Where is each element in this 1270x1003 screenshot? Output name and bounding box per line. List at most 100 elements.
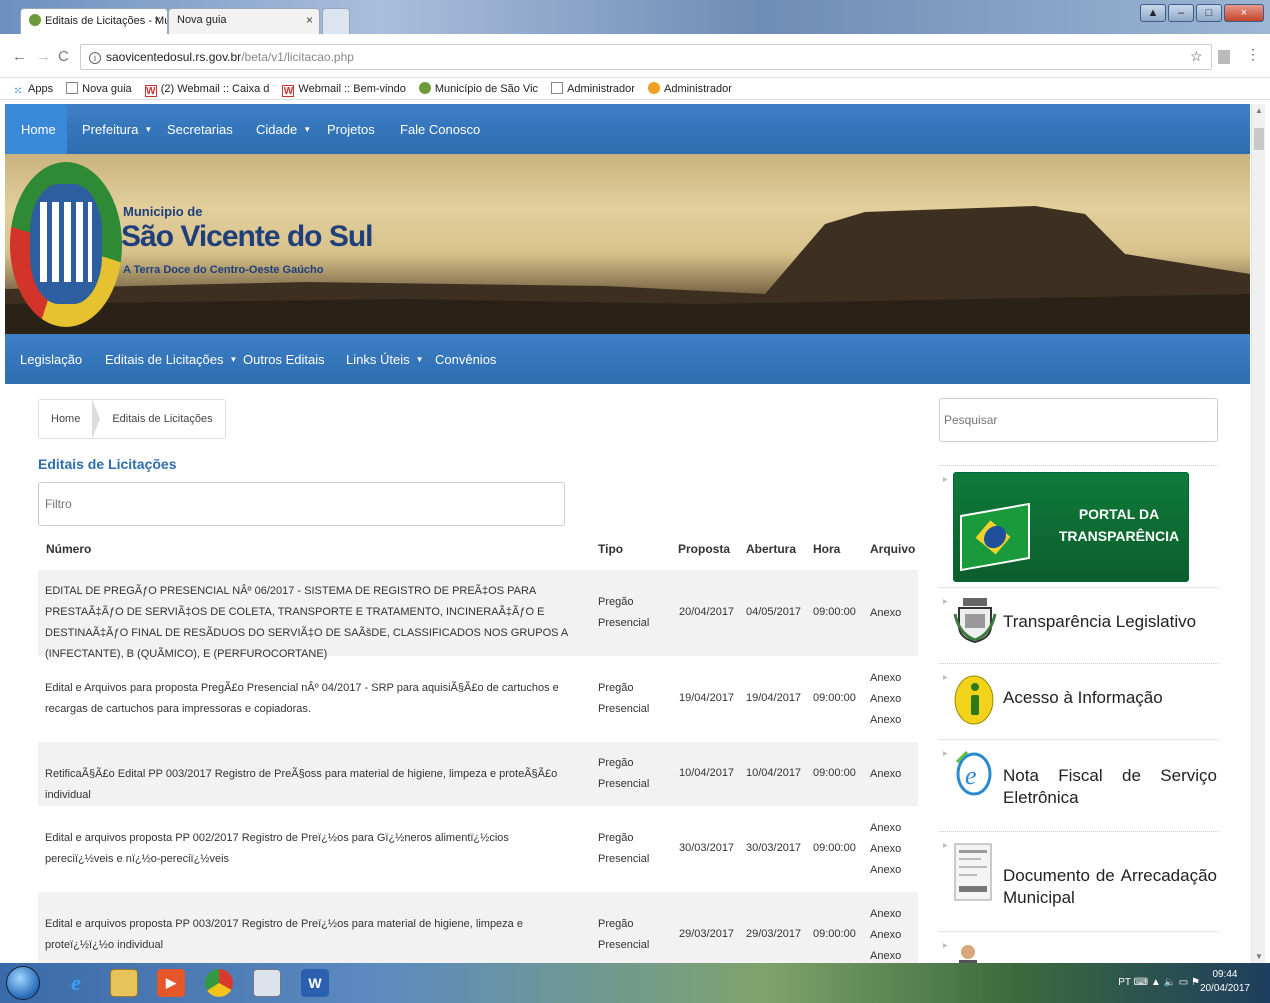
anexo-link[interactable]: Anexo [870,860,901,881]
row-abertura: 30/03/2017 [746,842,802,854]
filter-input[interactable] [38,482,565,526]
language-indicator[interactable]: PT [1118,977,1131,988]
forward-arrow-icon[interactable]: → [36,48,51,65]
anexo-link[interactable]: Anexo [870,668,901,689]
system-tray: PT ⌨ ▲ 🔈 ▭ ⚑ [1118,977,1200,988]
word-icon[interactable]: W [301,969,329,997]
nav-outros-editais[interactable]: Outros Editais [243,352,325,367]
network-icon[interactable]: ▭ [1179,977,1191,988]
page-viewport: Home Prefeitura ▼ Secretarias Cidade ▼ Pro… [5,104,1250,963]
row-arquivo: Anexo Anexo Anexo [870,818,901,881]
sidebar-item-acesso-informacao[interactable]: ▶ Acesso à Informação [939,663,1218,739]
breadcrumb-home[interactable]: Home [39,413,92,425]
bookmark-star-icon[interactable]: ☆ [1190,48,1203,65]
minimize-button[interactable]: – [1168,4,1194,22]
breadcrumb-current: Editais de Licitações [112,413,213,425]
nav-label: Editais de Licitações [105,352,224,367]
sidebar-item-partial[interactable]: ▶ [939,931,1218,963]
bookmark-label: Administrador [567,83,635,95]
scrollbar-thumb[interactable] [1254,128,1264,150]
nav-editais[interactable]: Editais de Licitações ▼ [105,352,237,367]
bookmark-administrador[interactable]: Administrador [551,82,635,95]
reload-icon[interactable]: C [58,48,69,65]
anexo-link[interactable]: Anexo [870,946,901,963]
scroll-up-icon[interactable]: ▲ [1252,106,1266,115]
keyboard-icon[interactable]: ⌨ [1134,977,1151,988]
sidebar-portal-transparencia[interactable]: ▶ PORTAL DA TRANSPARÊNCIA [939,465,1218,587]
nav-label: Prefeitura [82,122,139,137]
anexo-link[interactable]: Anexo [870,839,901,860]
person-icon [959,945,977,963]
nav-convenios[interactable]: Convênios [435,352,496,367]
nav-secretarias[interactable]: Secretarias [167,122,233,137]
label-word: Serviço [1160,766,1217,785]
nav-home[interactable]: Home [5,104,67,154]
close-window-button[interactable]: × [1224,4,1264,22]
nav-cidade[interactable]: Cidade ▼ [256,122,311,137]
portal-transparencia-banner[interactable]: PORTAL DA TRANSPARÊNCIA [953,472,1189,582]
search-input[interactable] [939,398,1218,442]
sidebar-item-label-line2: Eletrônica [1003,788,1079,807]
sidebar-item-nota-fiscal[interactable]: ▶ e Nota Fiscal de Serviço Eletrônica [939,739,1218,831]
sidebar-item-transparencia-legislativo[interactable]: ▶ Transparência Legislativo [939,587,1218,663]
municipio-favicon-icon [29,14,41,26]
row-abertura: 04/05/2017 [746,606,802,618]
bookmark-webmail-bemvindo[interactable]: W Webmail :: Bem-vindo [282,83,406,97]
tray-expand-icon[interactable]: ▲ [1151,977,1164,988]
anexo-link[interactable]: Anexo [870,904,901,925]
bullet-icon: ▶ [943,675,948,681]
bookmark-nova-guia[interactable]: Nova guia [66,82,132,95]
volume-icon[interactable]: 🔈 [1164,977,1179,988]
bookmark-administrador-2[interactable]: Administrador [648,82,732,95]
url-field[interactable]: i saovicentedosul.rs.gov.br/beta/v1/licit… [80,44,1212,70]
media-player-icon[interactable]: ▶ [157,969,185,997]
back-arrow-icon[interactable]: ← [12,48,27,65]
browser-menu-icon[interactable]: ⋮ [1246,46,1260,63]
user-icon[interactable]: ▲ [1140,4,1166,22]
anexo-link[interactable]: Anexo [870,603,901,624]
label-word: Nota [1003,766,1039,785]
nav-links-uteis[interactable]: Links Úteis ▼ [346,352,424,367]
scroll-down-icon[interactable]: ▼ [1252,952,1266,961]
chrome-icon[interactable] [205,969,233,997]
table-row: Edital e Arquivos para proposta PregÃ£o … [38,656,918,742]
sidebar-item-label: Transparência Legislativo [1003,612,1197,631]
caret-down-icon: ▼ [303,125,312,134]
site-info-icon[interactable]: i [89,52,101,64]
clock-time: 09:44 [1212,969,1238,980]
nav-legislacao[interactable]: Legislação [20,352,82,367]
nav-fale-conosco[interactable]: Fale Conosco [400,122,480,137]
new-tab-button[interactable] [322,8,350,34]
nav-label: Cidade [256,122,298,137]
bookmark-municipio[interactable]: Município de São Vic [418,82,538,95]
municipio-logo[interactable] [10,162,122,327]
flag-icon[interactable]: ⚑ [1191,977,1200,988]
internet-explorer-icon[interactable]: e [62,969,90,997]
anexo-link[interactable]: Anexo [870,710,901,731]
bookmark-webmail-caixa[interactable]: W (2) Webmail :: Caixa d [144,83,270,97]
row-arquivo: Anexo Anexo Anexo [870,904,901,963]
start-button[interactable] [6,966,40,1000]
anexo-link[interactable]: Anexo [870,925,901,946]
tab-editais[interactable]: Editais de Licitações - Mu × [20,8,168,34]
bookmark-apps[interactable]: ⁙ Apps [12,83,53,98]
page-scrollbar[interactable]: ▲ ▼ [1251,104,1265,963]
system-clock[interactable]: 09:44 20/04/2017 [1200,968,1250,996]
close-tab-icon[interactable]: × [154,13,161,27]
anexo-link[interactable]: Anexo [870,818,901,839]
label-word: Fiscal [1058,766,1103,785]
file-explorer-icon[interactable] [110,969,138,997]
nav-projetos[interactable]: Projetos [327,122,375,137]
sidebar-item-documento-arrecadacao[interactable]: ▶ Documento de Arrecadação Municipal [939,831,1218,931]
tab-nova-guia[interactable]: Nova guia × [168,8,320,34]
maximize-button[interactable]: □ [1196,4,1222,22]
calculator-icon[interactable] [253,969,281,997]
anexo-link[interactable]: Anexo [870,764,901,785]
anexo-link[interactable]: Anexo [870,689,901,710]
bookmark-label: (2) Webmail :: Caixa d [160,83,270,95]
extension-icon[interactable] [1218,50,1230,64]
close-tab-icon[interactable]: × [306,13,313,27]
col-arquivo: Arquivo [870,542,916,556]
nav-prefeitura[interactable]: Prefeitura ▼ [82,122,152,137]
secondary-navigation: Legislação Editais de Licitações ▼ Outros… [5,334,1250,384]
